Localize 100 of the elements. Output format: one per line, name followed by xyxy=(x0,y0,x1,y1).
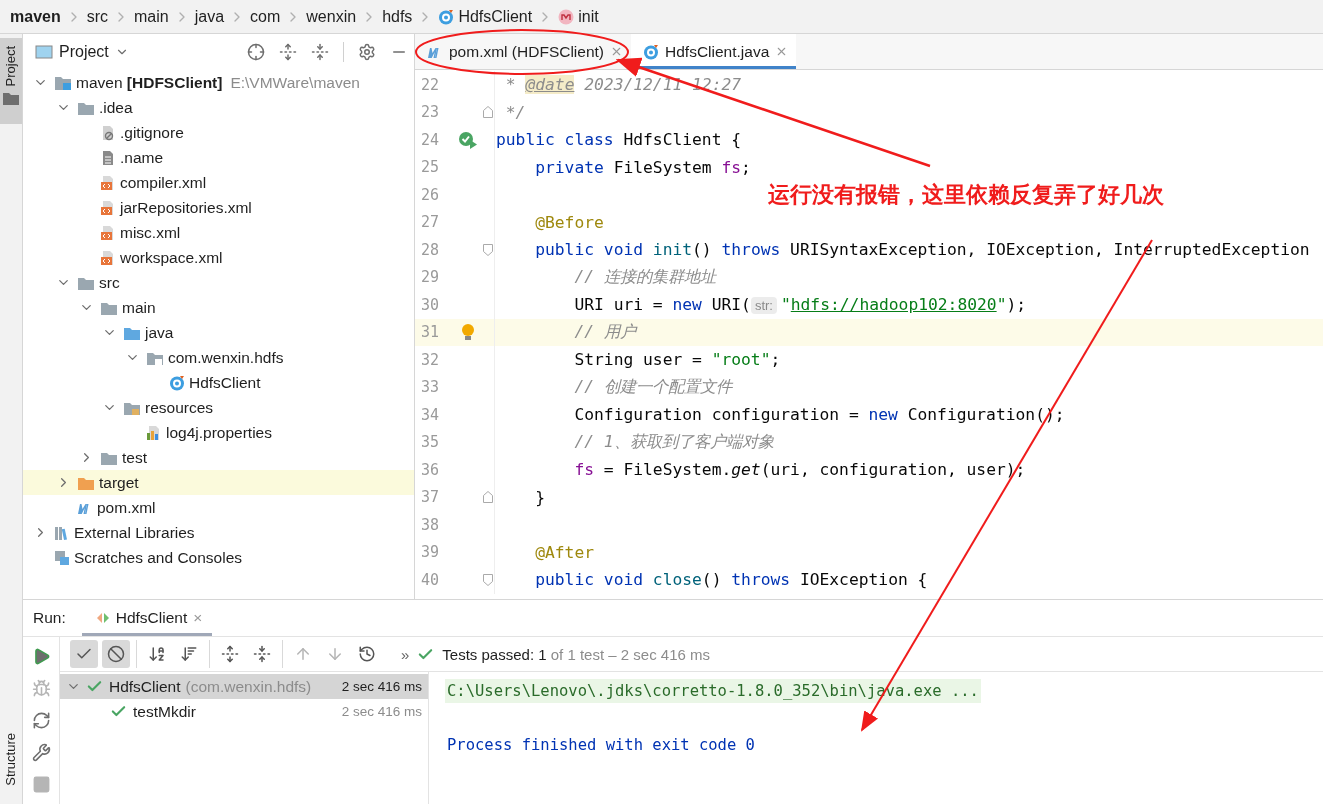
xml-file-icon xyxy=(100,174,116,191)
code-line: // 连接的集群地址 xyxy=(573,266,716,289)
module-icon xyxy=(54,74,72,91)
lightbulb-icon[interactable] xyxy=(461,323,476,342)
library-icon xyxy=(54,524,70,541)
code-line: String user = "root"; xyxy=(573,350,781,370)
code-line: public class HdfsClient { xyxy=(495,130,742,150)
history-icon xyxy=(358,645,376,663)
tree-item[interactable]: maven [HDFSClient] E:\VMWare\maven xyxy=(23,70,414,95)
annotation-text: 运行没有报错，这里依赖反复弄了好几次 xyxy=(768,181,1164,209)
scratches-icon xyxy=(54,549,70,566)
test-status: Tests passed: 1 of 1 test – 2 sec 416 ms xyxy=(442,645,710,663)
method-icon xyxy=(558,8,575,25)
tree-item[interactable]: target xyxy=(23,470,414,495)
breadcrumb-item[interactable]: java xyxy=(194,7,225,26)
refresh-icon[interactable] xyxy=(31,711,51,730)
breadcrumb-item[interactable]: src xyxy=(86,7,109,26)
toolbar-button[interactable] xyxy=(102,640,130,668)
breadcrumb-item[interactable]: wenxin xyxy=(306,7,357,26)
tree-item[interactable]: .idea xyxy=(23,95,414,120)
tree-item[interactable]: src xyxy=(23,270,414,295)
xml-file-icon xyxy=(100,249,116,266)
class-icon xyxy=(643,43,659,60)
breadcrumb-item[interactable]: HdfsClient xyxy=(438,7,533,26)
breadcrumb-item[interactable]: hdfs xyxy=(382,7,413,26)
line-number: 24 xyxy=(420,130,441,149)
tree-item[interactable]: Scratches and Consoles xyxy=(23,545,414,570)
line-number: 28 xyxy=(420,240,441,259)
tree-item[interactable]: resources xyxy=(23,395,414,420)
line-number: 33 xyxy=(420,378,441,397)
properties-file-icon xyxy=(146,424,162,441)
ban-icon xyxy=(107,645,125,663)
more-button[interactable]: » xyxy=(401,645,410,663)
code-line: private FileSystem fs; xyxy=(534,157,751,177)
console-line: Process finished with exit code 0 xyxy=(446,734,756,756)
project-tool-button[interactable]: Project xyxy=(0,38,22,124)
text-file-icon xyxy=(100,149,116,166)
test-item[interactable]: HdfsClient (com.wenxin.hdfs) 2 sec 416 ms xyxy=(60,674,428,699)
fold-marker-icon[interactable] xyxy=(483,243,494,256)
expand-all-icon[interactable] xyxy=(279,43,297,61)
tree-item[interactable]: .gitignore xyxy=(23,120,414,145)
wrench-icon[interactable] xyxy=(31,743,51,762)
line-number: 22 xyxy=(420,75,441,94)
line-number: 32 xyxy=(420,350,441,369)
settings-icon[interactable] xyxy=(358,43,376,61)
code-line: */ xyxy=(504,102,526,122)
code-line: // 用户 xyxy=(573,321,636,344)
fold-marker-icon[interactable] xyxy=(483,491,494,504)
panel-icon xyxy=(35,44,53,60)
run-tab[interactable]: HdfsClient × xyxy=(81,600,213,636)
structure-tool-button[interactable]: Structure xyxy=(3,732,19,786)
breadcrumb-item[interactable]: init xyxy=(558,7,599,26)
locate-icon[interactable] xyxy=(247,43,265,61)
line-number: 34 xyxy=(420,405,441,424)
tree-item[interactable]: com.wenxin.hdfs xyxy=(23,345,414,370)
toolbar-button[interactable] xyxy=(70,640,98,668)
project-view-selector[interactable]: Project xyxy=(35,43,129,61)
line-number: 27 xyxy=(420,213,441,232)
tree-item[interactable]: pom.xml xyxy=(23,495,414,520)
tree-item[interactable]: test xyxy=(23,445,414,470)
code-line: // 创建一个配置文件 xyxy=(573,376,732,399)
tree-item[interactable]: workspace.xml xyxy=(23,245,414,270)
editor-tab[interactable]: HdfsClient.java xyxy=(631,34,797,69)
run-test-icon[interactable] xyxy=(458,130,479,149)
tree-item[interactable]: main xyxy=(23,295,414,320)
collapse-all-icon[interactable] xyxy=(311,43,329,61)
tree-item[interactable]: HdfsClient xyxy=(23,370,414,395)
tree-item[interactable]: java xyxy=(23,320,414,345)
code-line: } xyxy=(534,487,545,507)
close-icon[interactable] xyxy=(610,45,623,58)
code-line: @Before xyxy=(534,212,604,232)
line-number: 36 xyxy=(420,460,441,479)
fold-marker-icon[interactable] xyxy=(483,106,494,119)
line-number: 30 xyxy=(420,295,441,314)
collapse-all-icon xyxy=(253,645,271,663)
xml-file-icon xyxy=(100,224,116,241)
sort-icon xyxy=(180,645,198,663)
tree-item[interactable]: .name xyxy=(23,145,414,170)
editor-tab[interactable]: pom.xml (HDFSClient) xyxy=(415,34,631,69)
test-item[interactable]: testMkdir 2 sec 416 ms xyxy=(60,699,428,724)
tree-item[interactable]: jarRepositories.xml xyxy=(23,195,414,220)
class-icon xyxy=(438,8,455,25)
breadcrumb-item[interactable]: maven xyxy=(10,7,61,26)
sort-alpha-icon xyxy=(148,645,166,663)
code-line: public void close() throws IOException { xyxy=(534,570,928,590)
tree-item[interactable]: compiler.xml xyxy=(23,170,414,195)
tree-item[interactable]: log4j.properties xyxy=(23,420,414,445)
run-label: Run: xyxy=(33,609,66,627)
code-line: URI uri = new URI( str: "hdfs://hadoop102:8020"); xyxy=(573,295,1027,315)
fold-marker-icon[interactable] xyxy=(483,573,494,586)
breadcrumb-item[interactable]: com xyxy=(250,7,281,26)
line-number: 29 xyxy=(420,268,441,287)
tree-item[interactable]: misc.xml xyxy=(23,220,414,245)
line-number: 31 xyxy=(420,323,441,342)
breadcrumb-item[interactable]: main xyxy=(134,7,169,26)
tree-item[interactable]: External Libraries xyxy=(23,520,414,545)
xml-file-icon xyxy=(100,199,116,216)
line-number: 37 xyxy=(420,488,441,507)
run-config-icon xyxy=(95,611,110,625)
arrow-down-icon xyxy=(326,645,344,663)
